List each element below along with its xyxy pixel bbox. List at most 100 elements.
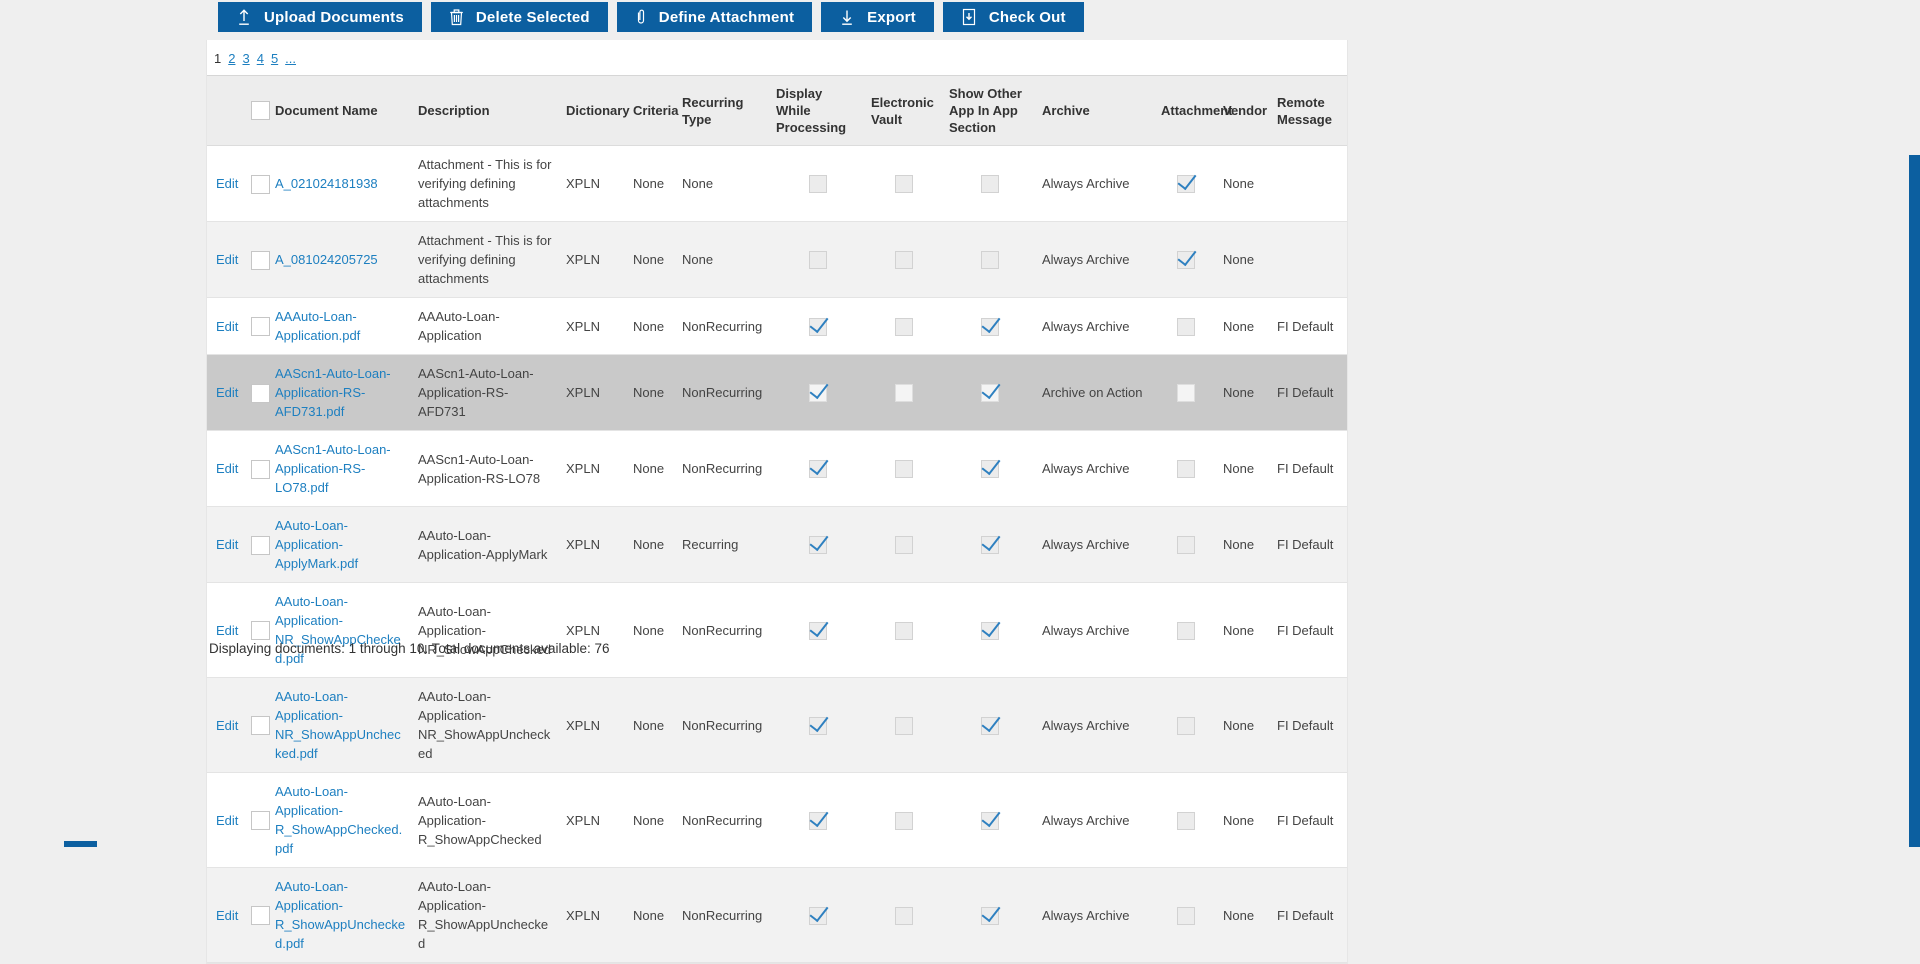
row-select-checkbox[interactable]	[251, 250, 270, 270]
dictionary-cell: XPLN	[560, 582, 627, 678]
vendor-cell: None	[1217, 430, 1271, 507]
document-name-link[interactable]: AAuto-Loan-Application-R_ShowAppUnchecke…	[275, 879, 405, 951]
edit-link[interactable]: Edit	[216, 813, 238, 828]
remote-message-cell	[1271, 221, 1347, 298]
archive-cell: Always Archive	[1036, 145, 1155, 222]
delete-selected-button[interactable]: Delete Selected	[430, 2, 608, 32]
vendor-cell: None	[1217, 867, 1271, 963]
row-select-checkbox[interactable]	[251, 716, 270, 736]
pagination: 1 2 3 4 5...	[207, 40, 1347, 75]
pagination-ellipsis[interactable]: ...	[285, 51, 296, 66]
upload-documents-button[interactable]: Upload Documents	[218, 2, 422, 32]
row-select-checkbox[interactable]	[251, 459, 270, 479]
export-button[interactable]: Export	[821, 2, 934, 32]
row-select-checkbox[interactable]	[251, 906, 270, 926]
select-all-checkbox[interactable]	[251, 101, 270, 121]
criteria-cell: None	[627, 145, 676, 222]
dictionary-cell: XPLN	[560, 506, 627, 583]
dictionary-cell: XPLN	[560, 145, 627, 222]
header-archive: Archive	[1036, 75, 1155, 146]
delete-selected-label: Delete Selected	[475, 8, 590, 26]
archive-cell: Always Archive	[1036, 506, 1155, 583]
vendor-cell: None	[1217, 145, 1271, 222]
edit-link[interactable]: Edit	[216, 718, 238, 733]
edit-link[interactable]: Edit	[216, 319, 238, 334]
pagination-current-page: 1	[214, 51, 222, 66]
attachment-checkbox	[1177, 716, 1195, 735]
archive-cell: Always Archive	[1036, 430, 1155, 507]
pagination-page-4[interactable]: 4	[257, 51, 264, 66]
row-select-checkbox[interactable]	[251, 621, 270, 641]
document-name-link[interactable]: A_081024205725	[275, 252, 378, 267]
document-name-link[interactable]: AAAuto-Loan-Application.pdf	[275, 309, 360, 343]
criteria-cell: None	[627, 297, 676, 355]
edit-link[interactable]: Edit	[216, 252, 238, 267]
display-while-processing-checkbox	[808, 536, 827, 555]
show-other-app-checkbox	[980, 906, 999, 925]
check-out-button[interactable]: Check Out	[942, 2, 1084, 32]
archive-cell: Always Archive	[1036, 297, 1155, 355]
document-name-link[interactable]: AAuto-Loan-Application-R_ShowAppChecked.…	[275, 784, 402, 856]
table-row: Edit AAuto-Loan-Application-R_ShowAppChe…	[207, 772, 1347, 868]
edit-link[interactable]: Edit	[216, 176, 238, 191]
header-vendor: Vendor	[1217, 75, 1271, 146]
electronic-vault-checkbox	[895, 811, 913, 830]
attachment-checkbox	[1177, 621, 1195, 640]
attachment-checkbox	[1177, 460, 1195, 479]
vendor-cell: None	[1217, 582, 1271, 678]
define-attachment-label: Define Attachment	[658, 8, 795, 26]
recurring-type-cell: None	[676, 221, 770, 298]
pagination-page-3[interactable]: 3	[242, 51, 249, 66]
display-while-processing-checkbox	[808, 906, 827, 925]
edit-link[interactable]: Edit	[216, 385, 238, 400]
horizontal-scrollbar-thumb[interactable]	[64, 841, 97, 847]
vertical-scrollbar-thumb[interactable]	[1909, 155, 1920, 847]
recurring-type-cell: NonRecurring	[676, 772, 770, 868]
remote-message-cell: FI Default	[1271, 582, 1347, 678]
archive-cell: Always Archive	[1036, 221, 1155, 298]
show-other-app-checkbox	[980, 384, 999, 403]
document-name-link[interactable]: AAuto-Loan-Application-NR_ShowAppUncheck…	[275, 689, 401, 761]
attachment-checkbox	[1177, 251, 1195, 270]
recurring-type-cell: Recurring	[676, 506, 770, 583]
table-row: Edit AAuto-Loan-Application-NR_ShowAppUn…	[207, 677, 1347, 773]
display-while-processing-checkbox	[808, 317, 827, 336]
edit-link[interactable]: Edit	[216, 461, 238, 476]
documents-table: Document Name Description Dictionary Cri…	[207, 75, 1347, 963]
check-out-label: Check Out	[988, 8, 1066, 26]
edit-link[interactable]: Edit	[216, 908, 238, 923]
criteria-cell: None	[627, 677, 676, 773]
document-table-body: Edit A_021024181938 Attachment - This is…	[207, 145, 1347, 963]
pagination-page-5[interactable]: 5	[271, 51, 278, 66]
archive-cell: Always Archive	[1036, 867, 1155, 963]
row-select-checkbox[interactable]	[251, 811, 270, 831]
document-name-link[interactable]: AAScn1-Auto-Loan-Application-RS-LO78.pdf	[275, 442, 391, 495]
document-name-link[interactable]: AAuto-Loan-Application-ApplyMark.pdf	[275, 518, 358, 571]
row-select-checkbox[interactable]	[251, 174, 270, 194]
row-select-checkbox[interactable]	[251, 535, 270, 555]
table-row: Edit AAuto-Loan-Application-ApplyMark.pd…	[207, 506, 1347, 583]
edit-link[interactable]: Edit	[216, 623, 238, 638]
edit-link[interactable]: Edit	[216, 537, 238, 552]
archive-cell: Always Archive	[1036, 772, 1155, 868]
description-cell: AAScn1-Auto-Loan-Application-RS-LO78	[412, 430, 560, 507]
description-cell: AAuto-Loan-Application-ApplyMark	[412, 506, 560, 583]
show-other-app-checkbox	[980, 716, 999, 735]
define-attachment-button[interactable]: Define Attachment	[616, 2, 813, 32]
vendor-cell: None	[1217, 677, 1271, 773]
criteria-cell: None	[627, 772, 676, 868]
show-other-app-checkbox	[980, 460, 999, 479]
electronic-vault-checkbox	[895, 716, 913, 735]
document-name-link[interactable]: AAScn1-Auto-Loan-Application-RS-AFD731.p…	[275, 366, 391, 419]
table-row: Edit AAuto-Loan-Application-NR_ShowAppCh…	[207, 582, 1347, 678]
electronic-vault-checkbox	[895, 317, 913, 336]
document-name-link[interactable]: A_021024181938	[275, 176, 378, 191]
remote-message-cell: FI Default	[1271, 506, 1347, 583]
pagination-page-2[interactable]: 2	[228, 51, 235, 66]
display-while-processing-checkbox	[808, 716, 827, 735]
remote-message-cell: FI Default	[1271, 430, 1347, 507]
row-select-checkbox[interactable]	[251, 317, 270, 337]
header-electronic-vault: Electronic Vault	[865, 75, 943, 146]
display-while-processing-checkbox	[808, 175, 827, 194]
row-select-checkbox[interactable]	[251, 383, 270, 403]
